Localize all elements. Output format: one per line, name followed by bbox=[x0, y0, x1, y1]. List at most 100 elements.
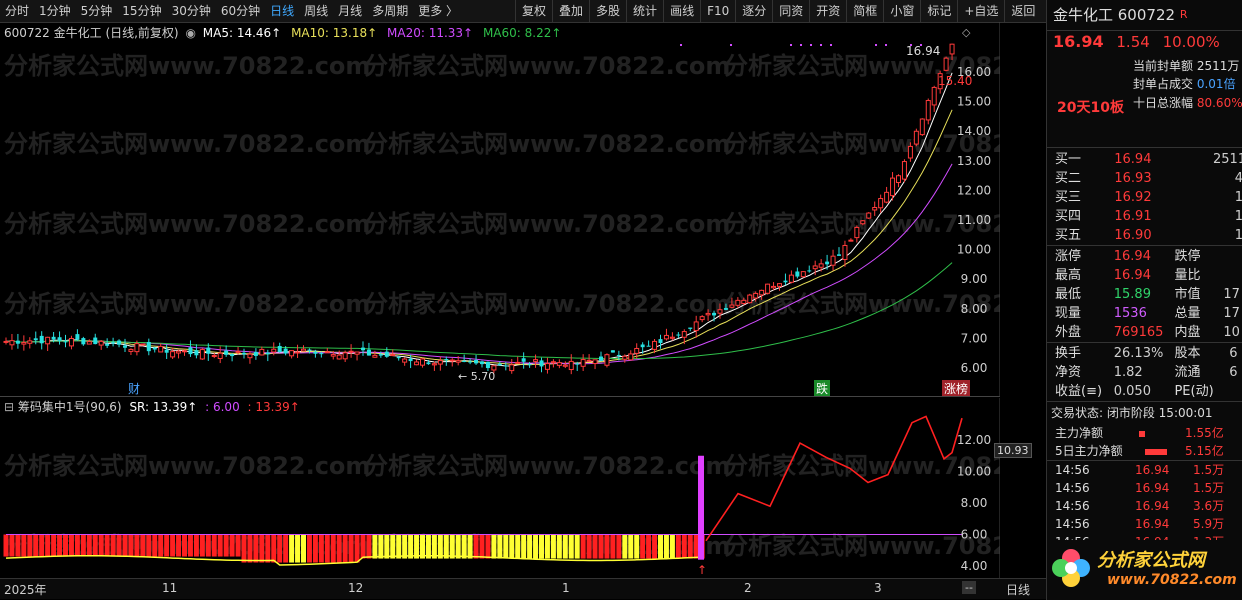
candle-body bbox=[872, 207, 878, 211]
candle-body bbox=[277, 345, 282, 353]
chip-bar bbox=[3, 534, 9, 557]
chip-bar bbox=[550, 534, 556, 559]
indicator-chart[interactable]: 分析家公式网www.70822.com分析家公式网www.70822.com分析… bbox=[0, 398, 1000, 578]
period-tab-10[interactable]: 更多 〉 bbox=[413, 0, 463, 22]
period-tab-5[interactable]: 60分钟 bbox=[216, 0, 265, 22]
period-tab-8[interactable]: 月线 bbox=[333, 0, 367, 22]
tool-button-2[interactable]: 多股 bbox=[589, 0, 626, 22]
candle-body bbox=[562, 364, 568, 367]
seal-amount-row: 当前封单额 2511万 bbox=[1133, 57, 1239, 74]
stock-legend: 600722 金牛化工 (日线,前复权) bbox=[4, 26, 179, 40]
candle-body bbox=[45, 336, 51, 345]
chip-bar bbox=[193, 534, 199, 557]
bid-label: 买一 bbox=[1055, 152, 1082, 167]
candle-body bbox=[230, 354, 235, 357]
period-tab-7[interactable]: 周线 bbox=[299, 0, 333, 22]
last-price: 16.94 bbox=[1053, 32, 1104, 51]
period-tab-3[interactable]: 15分钟 bbox=[117, 0, 166, 22]
candle-body bbox=[729, 304, 735, 308]
chip-bar bbox=[562, 534, 568, 559]
chip-bar bbox=[289, 534, 295, 563]
candle-body bbox=[913, 130, 919, 145]
watermark-text: 分析家公式网www.70822.com bbox=[364, 452, 730, 480]
chip-bar bbox=[63, 534, 68, 557]
drop-marker[interactable]: 跌 bbox=[814, 380, 831, 397]
bid-price: 16.92 bbox=[1114, 190, 1152, 205]
chip-bar bbox=[354, 534, 360, 563]
chip-bar bbox=[491, 534, 497, 559]
candle-body bbox=[158, 345, 164, 353]
tool-button-0[interactable]: 复权 bbox=[515, 0, 552, 22]
chip-bar bbox=[57, 534, 63, 557]
chip-bar bbox=[527, 534, 533, 559]
collapse-icon[interactable]: ⊟ bbox=[4, 400, 14, 414]
stat-row: 涨停 16.94 跌停 bbox=[1047, 247, 1242, 266]
period-tab-4[interactable]: 30分钟 bbox=[167, 0, 216, 22]
diamond-icon: ◇ bbox=[962, 26, 971, 39]
tool-button-10[interactable]: 小窗 bbox=[883, 0, 920, 22]
candle-body bbox=[735, 299, 741, 306]
tool-button-5[interactable]: F10 bbox=[700, 0, 735, 22]
chip-bar bbox=[366, 534, 372, 559]
chip-bar bbox=[110, 534, 116, 557]
tool-button-12[interactable]: +自选 bbox=[957, 0, 1004, 22]
signal-dot bbox=[875, 44, 877, 46]
tool-button-3[interactable]: 统计 bbox=[626, 0, 663, 22]
period-tab-0[interactable]: 分时 bbox=[0, 0, 34, 22]
chip-bar bbox=[568, 534, 574, 559]
mid-price-label: 15.40 bbox=[938, 74, 973, 88]
tool-button-7[interactable]: 同资 bbox=[772, 0, 809, 22]
signal-dot bbox=[810, 44, 812, 46]
tools-toolbar: 复权 叠加 多股 统计 画线 F10 逐分 同资 开资 简框 小窗 标记 +自选 返回 bbox=[515, 0, 1041, 22]
candle-body bbox=[384, 351, 389, 357]
ma20-legend: MA20: 11.33↑ bbox=[387, 26, 474, 40]
price-tick: 14.00 bbox=[957, 124, 991, 138]
kline-chart[interactable]: 分析家公式网www.70822.com分析家公式网www.70822.com分析… bbox=[0, 22, 1000, 396]
chip-bar bbox=[170, 534, 176, 557]
chip-bar bbox=[80, 534, 86, 557]
candle-body bbox=[414, 361, 420, 366]
tick-list: 14:56 16.94 1.5万 14:56 16.94 1.5万 14:56 16.94 3.… bbox=[1047, 460, 1242, 551]
chip-bar bbox=[640, 534, 646, 559]
candle-body bbox=[289, 350, 295, 357]
period-tab-1[interactable]: 1分钟 bbox=[34, 0, 76, 22]
x-axis-label-5: 3 bbox=[874, 581, 882, 595]
chip-bar bbox=[378, 534, 384, 559]
seal-ratio: 0.01倍 bbox=[1196, 77, 1236, 91]
period-tab-2[interactable]: 5分钟 bbox=[76, 0, 118, 22]
period-tab-6[interactable]: 日线 bbox=[265, 0, 299, 22]
chip-bar bbox=[420, 534, 425, 559]
tool-button-9[interactable]: 简框 bbox=[846, 0, 883, 22]
chip-bar bbox=[259, 534, 265, 563]
settings-icon[interactable]: ◉ bbox=[185, 26, 195, 40]
tool-button-6[interactable]: 逐分 bbox=[735, 0, 772, 22]
candle-body bbox=[348, 350, 354, 353]
candle-body bbox=[723, 308, 728, 310]
finance-marker[interactable]: 财 bbox=[128, 380, 140, 397]
tool-button-1[interactable]: 叠加 bbox=[552, 0, 589, 22]
scroll-button[interactable]: -- bbox=[962, 581, 976, 594]
price-tick: 7.00 bbox=[961, 331, 988, 345]
period-button[interactable]: 日线 bbox=[1006, 581, 1030, 598]
ten-day-label: 十日总涨幅 bbox=[1133, 96, 1194, 110]
candle-body bbox=[842, 244, 848, 260]
tool-button-11[interactable]: 标记 bbox=[920, 0, 957, 22]
tool-button-8[interactable]: 开资 bbox=[809, 0, 846, 22]
chip-bar bbox=[158, 534, 164, 557]
chip-bar bbox=[360, 534, 366, 559]
tool-button-13[interactable]: 返回 bbox=[1004, 0, 1041, 22]
period-tab-9[interactable]: 多周期 bbox=[367, 0, 413, 22]
bid-volume: 1 bbox=[1213, 226, 1242, 245]
candle-body bbox=[342, 352, 348, 360]
stat-label2: 内盘 bbox=[1174, 325, 1201, 340]
chip-bar bbox=[164, 534, 170, 557]
rank-marker[interactable]: 涨榜 bbox=[942, 380, 971, 397]
chip-bar bbox=[598, 534, 604, 559]
candle-body bbox=[640, 344, 645, 348]
tool-button-4[interactable]: 画线 bbox=[663, 0, 700, 22]
chip-bar bbox=[503, 534, 509, 559]
candle-body bbox=[176, 350, 182, 354]
chip-bar bbox=[408, 534, 414, 559]
x-axis-label-3: 1 bbox=[562, 581, 570, 595]
chip-bar bbox=[152, 534, 158, 557]
